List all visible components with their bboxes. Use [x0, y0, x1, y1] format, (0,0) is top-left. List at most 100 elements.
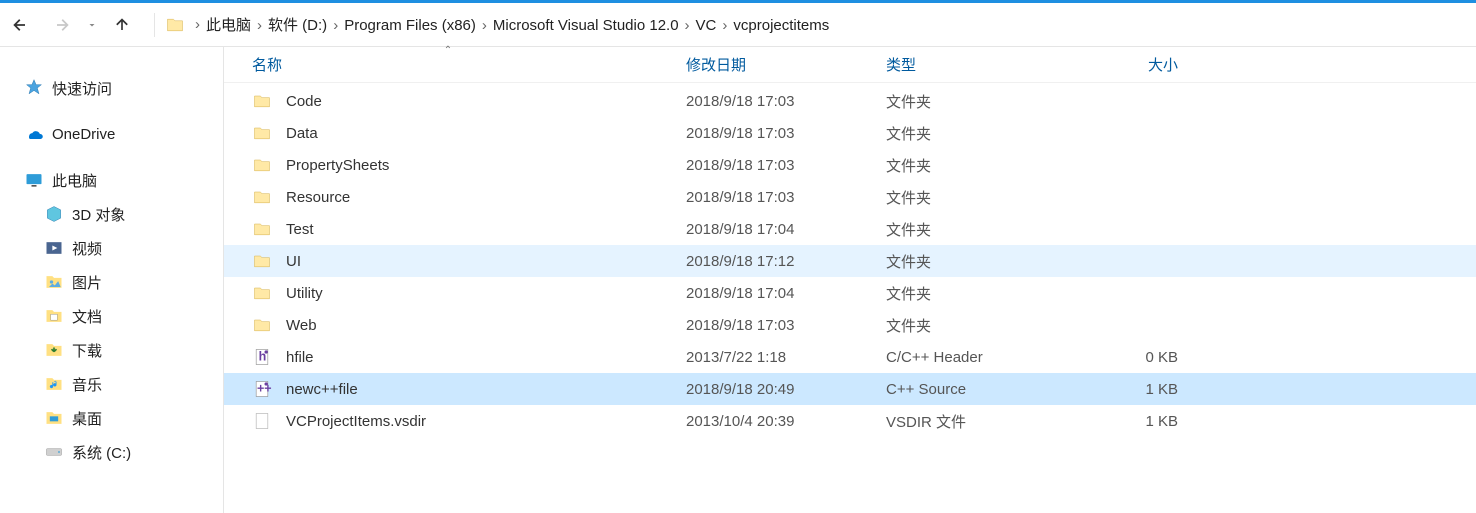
sidebar-item[interactable]: 系统 (C:) — [0, 435, 223, 469]
breadcrumb-item[interactable]: 软件 (D:) — [264, 14, 331, 35]
sidebar-item-label: 此电脑 — [52, 170, 97, 191]
sidebar-item-label: 3D 对象 — [72, 204, 125, 225]
breadcrumb-item[interactable]: Program Files (x86) — [340, 17, 480, 34]
file-date: 2018/9/18 17:04 — [672, 285, 872, 302]
folder-icon — [252, 315, 272, 335]
file-row[interactable]: Resource2018/9/18 17:03文件夹 — [224, 181, 1476, 213]
breadcrumb-item[interactable]: vcprojectitems — [729, 17, 833, 34]
file-name: PropertySheets — [286, 157, 389, 174]
quick-access-icon — [24, 78, 44, 98]
file-type: 文件夹 — [872, 315, 1072, 336]
file-name: Test — [286, 221, 314, 238]
file-row[interactable]: Test 2018/9/18 17:04文件夹 — [224, 213, 1476, 245]
forward-button[interactable] — [52, 15, 80, 35]
breadcrumb-sep[interactable]: › — [683, 17, 692, 34]
file-date: 2018/9/18 17:03 — [672, 157, 872, 174]
column-type-label: 类型 — [886, 54, 916, 75]
breadcrumb-item[interactable]: 此电脑 — [202, 14, 255, 35]
breadcrumb-item[interactable]: Microsoft Visual Studio 12.0 — [489, 17, 683, 34]
sidebar-item[interactable]: 图片 — [0, 265, 223, 299]
sidebar-item[interactable]: OneDrive — [0, 117, 223, 151]
divider — [154, 13, 155, 37]
nav-arrows — [6, 15, 148, 35]
file-name: hfile — [286, 349, 314, 366]
sidebar[interactable]: 快速访问 OneDrive 此电脑 3D 对象视频图片文档下载音乐桌面系统 (C:) — [0, 47, 224, 513]
file-row[interactable]: Code2018/9/18 17:03文件夹 — [224, 85, 1476, 117]
column-header-name[interactable]: ⌃ 名称 — [224, 47, 672, 82]
sidebar-item[interactable]: 3D 对象 — [0, 197, 223, 231]
column-header-size[interactable]: 大小 — [1072, 47, 1192, 82]
column-header-date[interactable]: 修改日期 — [672, 47, 872, 82]
file-date: 2018/9/18 17:03 — [672, 93, 872, 110]
folder-icon — [252, 219, 272, 239]
file-name: UI — [286, 253, 301, 270]
file-date: 2018/9/18 17:03 — [672, 317, 872, 334]
column-header-type[interactable]: 类型 — [872, 47, 1072, 82]
sidebar-item-label: OneDrive — [52, 126, 115, 143]
file-type: 文件夹 — [872, 283, 1072, 304]
file-name: VCProjectItems.vsdir — [286, 413, 426, 430]
svg-text:++: ++ — [257, 381, 272, 395]
3d-icon — [44, 204, 64, 224]
folder-icon — [165, 15, 185, 35]
file-name: Web — [286, 317, 317, 334]
folder-icon — [252, 91, 272, 111]
recent-locations-dropdown[interactable] — [86, 19, 98, 31]
file-type: 文件夹 — [872, 123, 1072, 144]
downloads-icon — [44, 340, 64, 360]
breadcrumb-sep[interactable]: › — [255, 17, 264, 34]
file-date: 2013/10/4 20:39 — [672, 413, 872, 430]
file-date: 2018/9/18 20:49 — [672, 381, 872, 398]
sidebar-item-label: 桌面 — [72, 408, 102, 429]
file-row[interactable]: Data2018/9/18 17:03文件夹 — [224, 117, 1476, 149]
breadcrumb-item[interactable]: VC — [692, 17, 721, 34]
breadcrumb-sep-root[interactable]: › — [193, 3, 202, 46]
sidebar-item[interactable]: 桌面 — [0, 401, 223, 435]
file-list: Code2018/9/18 17:03文件夹Data2018/9/18 17:0… — [224, 83, 1476, 437]
file-type: 文件夹 — [872, 251, 1072, 272]
sidebar-item-label: 下载 — [72, 340, 102, 361]
file-date: 2018/9/18 17:04 — [672, 221, 872, 238]
sidebar-item[interactable]: 下载 — [0, 333, 223, 367]
hfile-icon: h — [252, 347, 272, 367]
breadcrumb-sep[interactable]: › — [720, 17, 729, 34]
file-row[interactable]: Utility 2018/9/18 17:04文件夹 — [224, 277, 1476, 309]
sidebar-item[interactable]: 视频 — [0, 231, 223, 265]
sidebar-item[interactable]: 此电脑 — [0, 163, 223, 197]
file-row[interactable]: PropertySheets 2018/9/18 17:03文件夹 — [224, 149, 1476, 181]
up-button[interactable] — [112, 15, 140, 35]
music-icon — [44, 374, 64, 394]
file-type: VSDIR 文件 — [872, 411, 1072, 432]
drive-icon — [44, 442, 64, 462]
folder-icon — [252, 251, 272, 271]
file-name: Utility — [286, 285, 323, 302]
back-button[interactable] — [10, 15, 38, 35]
file-size: 1 KB — [1072, 381, 1192, 398]
file-row[interactable]: UI 2018/9/18 17:12文件夹 — [224, 245, 1476, 277]
breadcrumb-sep[interactable]: › — [331, 17, 340, 34]
sidebar-item-label: 文档 — [72, 306, 102, 327]
pictures-icon — [44, 272, 64, 292]
column-headers: ⌃ 名称 修改日期 类型 大小 — [224, 47, 1476, 83]
folder-icon — [252, 187, 272, 207]
file-icon — [252, 411, 272, 431]
file-name: Data — [286, 125, 318, 142]
file-type: 文件夹 — [872, 219, 1072, 240]
sidebar-item[interactable]: 文档 — [0, 299, 223, 333]
file-type: 文件夹 — [872, 155, 1072, 176]
breadcrumb[interactable]: › 此电脑›软件 (D:)›Program Files (x86)›Micros… — [161, 3, 833, 46]
address-bar: › 此电脑›软件 (D:)›Program Files (x86)›Micros… — [0, 3, 1476, 47]
sidebar-item[interactable]: 快速访问 — [0, 71, 223, 105]
breadcrumb-sep[interactable]: › — [480, 17, 489, 34]
file-date: 2018/9/18 17:12 — [672, 253, 872, 270]
column-name-label: 名称 — [252, 54, 282, 75]
folder-pane: ⌃ 名称 修改日期 类型 大小 Code2018/9/18 17:03文件夹Da… — [224, 47, 1476, 513]
file-row[interactable]: Web 2018/9/18 17:03文件夹 — [224, 309, 1476, 341]
folder-icon — [252, 155, 272, 175]
file-row[interactable]: hhfile2013/7/22 1:18C/C++ Header0 KB — [224, 341, 1476, 373]
folder-icon — [252, 283, 272, 303]
file-row[interactable]: ++newc++file2018/9/18 20:49C++ Source1 K… — [224, 373, 1476, 405]
file-size: 0 KB — [1072, 349, 1192, 366]
file-row[interactable]: VCProjectItems.vsdir 2013/10/4 20:39VSDIR… — [224, 405, 1476, 437]
sidebar-item[interactable]: 音乐 — [0, 367, 223, 401]
